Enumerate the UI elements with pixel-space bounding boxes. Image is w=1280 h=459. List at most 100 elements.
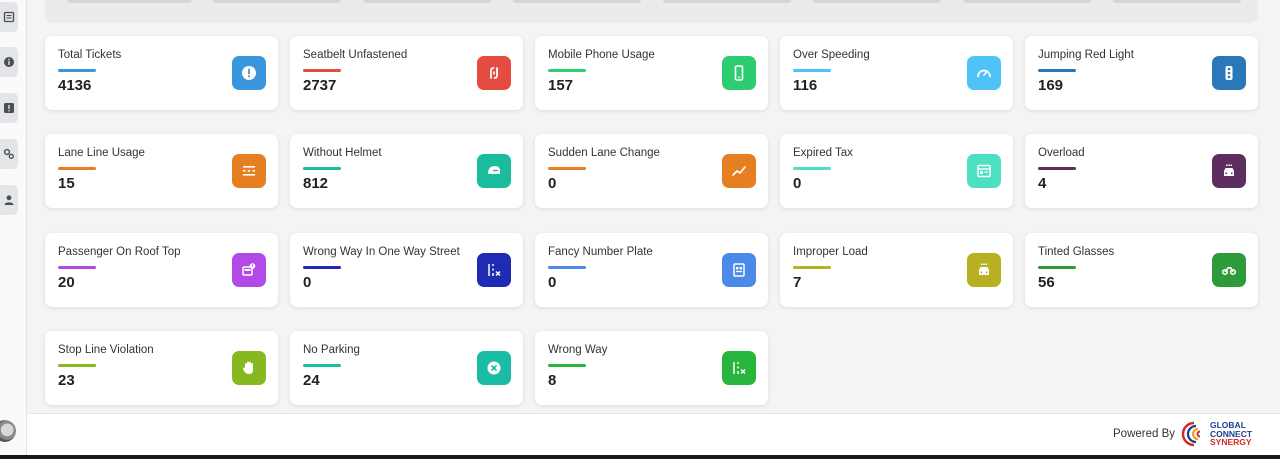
sidebar <box>0 0 27 459</box>
stat-card-expired-tax[interactable]: Expired Tax 0 <box>780 134 1013 208</box>
top-summary-bar <box>45 0 1258 23</box>
card-accent-bar <box>58 167 96 170</box>
card-accent-bar <box>58 266 96 269</box>
card-icon-box <box>477 56 511 90</box>
card-icon-box <box>722 253 756 287</box>
card-accent-bar <box>548 69 586 72</box>
sidebar-item-settings[interactable] <box>0 139 18 169</box>
card-value: 8 <box>548 372 557 389</box>
stat-card-mobile-phone-usage[interactable]: Mobile Phone Usage 157 <box>535 36 768 110</box>
card-icon-box <box>722 351 756 385</box>
card-value: 4 <box>1038 175 1047 192</box>
powered-by-text: Powered By <box>1113 428 1176 440</box>
mobile-phone-icon <box>734 65 744 81</box>
card-value: 2737 <box>303 77 337 94</box>
wrong-way-icon <box>733 362 746 375</box>
stat-card-wrong-way-in-one-way-street[interactable]: Wrong Way In One Way Street 0 <box>290 233 523 307</box>
stat-card-improper-load[interactable]: Improper Load 7 <box>780 233 1013 307</box>
trend-up-icon <box>732 166 746 176</box>
card-value: 169 <box>1038 77 1064 94</box>
helmet-icon <box>488 166 500 174</box>
card-label: Fancy Number Plate <box>548 246 653 258</box>
card-value: 20 <box>58 274 75 291</box>
stat-card-fancy-number-plate[interactable]: Fancy Number Plate 0 <box>535 233 768 307</box>
loaded-car-icon <box>979 263 989 275</box>
card-label: Overload <box>1038 147 1085 159</box>
card-accent-bar <box>548 167 586 170</box>
card-icon-box <box>1212 154 1246 188</box>
card-label: Mobile Phone Usage <box>548 49 655 61</box>
card-value: 7 <box>793 274 802 291</box>
card-label: Improper Load <box>793 246 868 258</box>
card-value: 0 <box>303 274 312 291</box>
stat-card-over-speeding[interactable]: Over Speeding 116 <box>780 36 1013 110</box>
card-label: Over Speeding <box>793 49 870 61</box>
stat-card-lane-line-usage[interactable]: Lane Line Usage 15 <box>45 134 278 208</box>
card-value: 56 <box>1038 274 1055 291</box>
info-icon <box>4 57 14 67</box>
card-value: 24 <box>303 372 320 389</box>
card-value: 116 <box>793 77 818 94</box>
card-accent-bar <box>793 266 831 269</box>
stat-card-passenger-on-roof-top[interactable]: Passenger On Roof Top 20 <box>45 233 278 307</box>
card-value: 23 <box>58 372 75 389</box>
card-label: Expired Tax <box>793 147 853 159</box>
list-icon <box>3 11 15 23</box>
stat-card-tinted-glasses[interactable]: Tinted Glasses 56 <box>1025 233 1258 307</box>
avatar[interactable] <box>0 420 16 442</box>
stat-card-wrong-way[interactable]: Wrong Way 8 <box>535 331 768 405</box>
card-label: Tinted Glasses <box>1038 246 1115 258</box>
lane-lines-icon <box>243 166 255 176</box>
card-label: Without Helmet <box>303 147 382 159</box>
card-icon-box <box>967 154 1001 188</box>
card-icon-box <box>1212 56 1246 90</box>
card-accent-bar <box>793 167 831 170</box>
number-plate-icon <box>733 263 745 277</box>
card-value: 15 <box>58 175 75 192</box>
card-value: 4136 <box>58 77 92 94</box>
card-icon-box <box>232 253 266 287</box>
logo-mark-icon <box>1181 421 1201 447</box>
bus-roof-icon <box>242 263 256 276</box>
bottom-edge <box>0 455 1280 459</box>
stat-card-no-parking[interactable]: No Parking 24 <box>290 331 523 405</box>
card-icon-box <box>1212 253 1246 287</box>
card-value: 0 <box>793 175 802 192</box>
card-label: Seatbelt Unfastened <box>303 49 408 61</box>
card-label: No Parking <box>303 344 360 356</box>
stat-card-jumping-red-light[interactable]: Jumping Red Light 169 <box>1025 36 1258 110</box>
card-accent-bar <box>303 266 341 269</box>
wrong-way-street-icon <box>488 264 501 277</box>
card-label: Total Tickets <box>58 49 122 61</box>
no-parking-icon <box>487 361 501 375</box>
card-label: Wrong Way In One Way Street <box>303 246 460 258</box>
card-accent-bar <box>58 69 96 72</box>
card-value: 157 <box>548 77 574 94</box>
sidebar-item-users[interactable] <box>0 185 18 215</box>
alert-box-icon <box>4 103 14 113</box>
stat-card-without-helmet[interactable]: Without Helmet 812 <box>290 134 523 208</box>
settings-group-icon <box>3 148 14 159</box>
global-connect-synergy-logo[interactable]: GLOBAL CONNECT SYNERGY <box>1180 419 1280 449</box>
tinted-car-icon <box>1221 267 1237 276</box>
footer: Powered By GLOBAL CONNECT SYNERGY <box>27 413 1280 455</box>
stat-card-total-tickets[interactable]: Total Tickets 4136 <box>45 36 278 110</box>
card-icon-box <box>477 351 511 385</box>
alert-circle-icon <box>242 66 256 80</box>
stat-card-overload[interactable]: Overload 4 <box>1025 134 1258 208</box>
card-icon-box <box>232 154 266 188</box>
traffic-light-icon <box>1225 66 1233 80</box>
stat-card-stop-line-violation[interactable]: Stop Line Violation 23 <box>45 331 278 405</box>
sidebar-item-info[interactable] <box>0 47 18 77</box>
card-icon-box <box>477 253 511 287</box>
card-accent-bar <box>548 364 586 367</box>
stat-card-seatbelt-unfastened[interactable]: Seatbelt Unfastened 2737 <box>290 36 523 110</box>
card-accent-bar <box>1038 167 1076 170</box>
stat-card-sudden-lane-change[interactable]: Sudden Lane Change 0 <box>535 134 768 208</box>
card-label: Wrong Way <box>548 344 608 356</box>
sidebar-item-list[interactable] <box>0 2 18 32</box>
card-label: Lane Line Usage <box>58 147 145 159</box>
sidebar-item-alerts[interactable] <box>0 93 18 123</box>
card-accent-bar <box>548 266 586 269</box>
tax-document-icon <box>977 164 991 178</box>
